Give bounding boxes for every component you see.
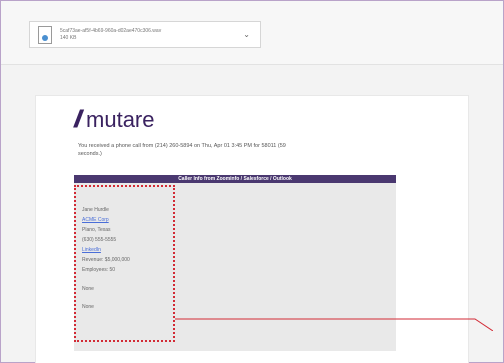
logo-mark: ///: [74, 106, 82, 133]
highlight-box: [74, 185, 175, 342]
attachment-chip[interactable]: 5caf73ae-af5f-4b69-960a-d02ae470c306.wav…: [29, 21, 261, 48]
chevron-down-icon[interactable]: ⌄: [243, 30, 250, 39]
call-notification-text: You received a phone call from (214) 260…: [78, 143, 286, 157]
attachment-bar: 5caf73ae-af5f-4b69-960a-d02ae470c306.wav…: [1, 1, 503, 65]
mutare-logo: /// mutare: [74, 106, 155, 134]
callout-line: [175, 318, 493, 331]
audio-file-icon: [38, 25, 52, 44]
logo-text: mutare: [86, 107, 155, 132]
email-window: 5caf73ae-af5f-4b69-960a-d02ae470c306.wav…: [0, 0, 504, 363]
caller-info-header: Caller Info from Zoominfo / Salesforce /…: [74, 175, 396, 183]
attachment-details: 5caf73ae-af5f-4b69-960a-d02ae470c306.wav…: [60, 28, 243, 42]
attachment-size: 140 KB: [60, 34, 77, 41]
attachment-filename: 5caf73ae-af5f-4b69-960a-d02ae470c306.wav: [60, 27, 162, 34]
